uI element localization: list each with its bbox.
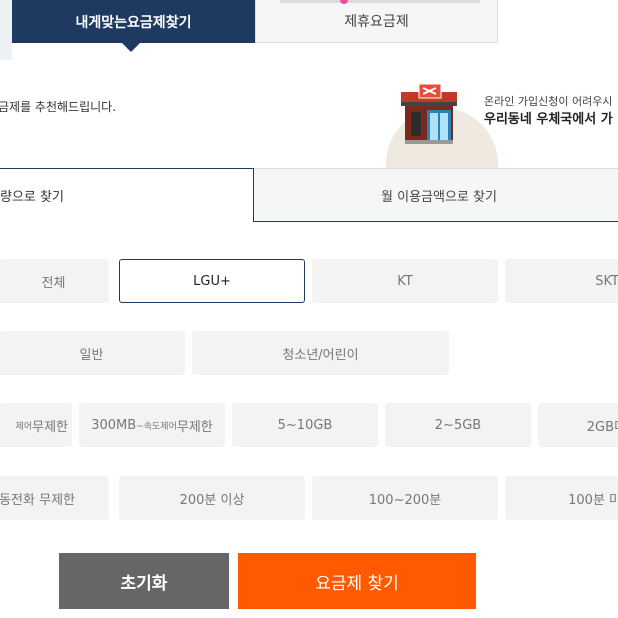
search-plan-button[interactable]: 요금제 찾기 [238,553,476,609]
data-option-1-small: 제어 [15,421,33,432]
subtab-by-monthly-fee-label: 월 이용금액으로 찾기 [381,189,497,205]
carrier-skt-label: SKT [595,273,618,289]
carrier-kt-label: KT [397,273,413,289]
notice-line-1: 온라인 가입신청이 어려우시 [484,95,613,108]
data-option-4-label: 2~5GB [434,417,482,433]
subtab-by-data-label: 량으로 찾기 [0,190,64,205]
carrier-lgu[interactable]: LGU+ [119,259,305,303]
search-plan-button-label: 요금제 찾기 [315,573,399,594]
data-option-unlimited-throttle[interactable]: 제어 무제한 [0,403,72,447]
carrier-all[interactable]: 전체 [0,259,109,303]
carrier-lgu-label: LGU+ [193,273,231,289]
voice-option-2-label: 200분 이상 [179,492,245,508]
active-tab-pointer [122,43,140,52]
voice-option-100-200[interactable]: 100~200분 [312,476,498,520]
user-type-general-label: 일반 [79,347,104,363]
post-office-icon [401,83,457,144]
tab-partner-plan-label: 제휴요금제 [344,14,409,30]
subtab-by-monthly-fee[interactable]: 월 이용금액으로 찾기 [254,168,618,222]
voice-option-200-plus[interactable]: 200분 이상 [119,476,305,520]
tab-partner-plan[interactable]: 제휴요금제 [255,0,498,43]
data-option-under-2gb[interactable]: 2GB미 [538,403,618,447]
data-option-2-5gb[interactable]: 2~5GB [385,403,531,447]
left-edge-strip [0,0,12,60]
intro-text: 금제를 추천해드립니다. [0,100,117,114]
voice-option-4-label: 100분 미 [568,492,618,508]
voice-option-1-label: 동전화 무제한 [0,492,75,508]
data-option-3-label: 5~10GB [277,417,333,433]
voice-option-unlimited[interactable]: 동전화 무제한 [0,476,109,520]
user-type-youth-label: 청소년/어린이 [282,347,359,363]
data-option-1-label: 무제한 [32,419,68,435]
reset-button[interactable]: 초기화 [59,553,229,609]
data-option-2-small: ~속도제어 [136,421,177,432]
reset-button-label: 초기화 [120,573,168,594]
carrier-skt[interactable]: SKT [505,259,618,303]
subtab-by-data[interactable]: 량으로 찾기 [0,168,254,222]
voice-option-3-label: 100~200분 [368,492,442,508]
user-type-general[interactable]: 일반 [0,331,185,375]
carrier-kt[interactable]: KT [312,259,498,303]
data-option-5-10gb[interactable]: 5~10GB [232,403,378,447]
tab-my-plan[interactable]: 내게맞는요금제찾기 [12,0,255,43]
tab-my-plan-label: 내게맞는요금제찾기 [75,14,192,31]
notice-line-2[interactable]: 우리동네 우체국에서 가 [484,108,613,127]
tab-partner-top-bar [280,0,480,3]
data-option-2-prefix: 300MB [91,417,137,433]
voice-option-under-100[interactable]: 100분 미 [505,476,618,520]
data-option-300mb-unlimited[interactable]: 300MB ~속도제어 무제한 [79,403,225,447]
carrier-all-label: 전체 [41,275,66,291]
data-option-5-label: 2GB미 [586,419,618,435]
data-option-2-label: 무제한 [176,419,213,435]
user-type-youth[interactable]: 청소년/어린이 [192,331,449,375]
